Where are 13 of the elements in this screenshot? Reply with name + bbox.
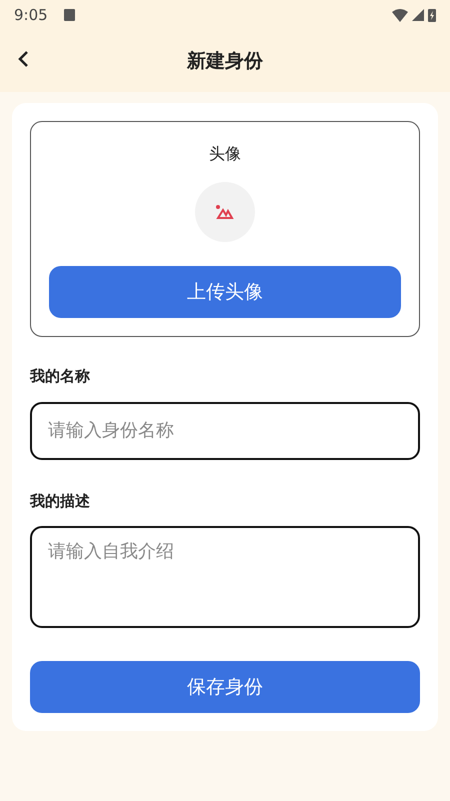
signal-icon [412,9,424,21]
upload-avatar-button[interactable]: 上传头像 [49,266,401,318]
wifi-icon [392,8,408,22]
field-label: 我的描述 [30,490,91,512]
status-time: 9:05 [14,4,48,26]
field-label: 我的名称 [30,366,91,387]
avatar-label: 头像 [209,143,241,165]
save-button[interactable]: 保存身份 [30,661,420,713]
input-field[interactable]: 请输入自我介绍 [30,526,420,628]
image-icon [216,205,234,219]
input-field[interactable]: 请输入身份名称 [30,402,420,460]
battery-icon [428,8,436,22]
page-title: 新建身份 [187,48,263,74]
